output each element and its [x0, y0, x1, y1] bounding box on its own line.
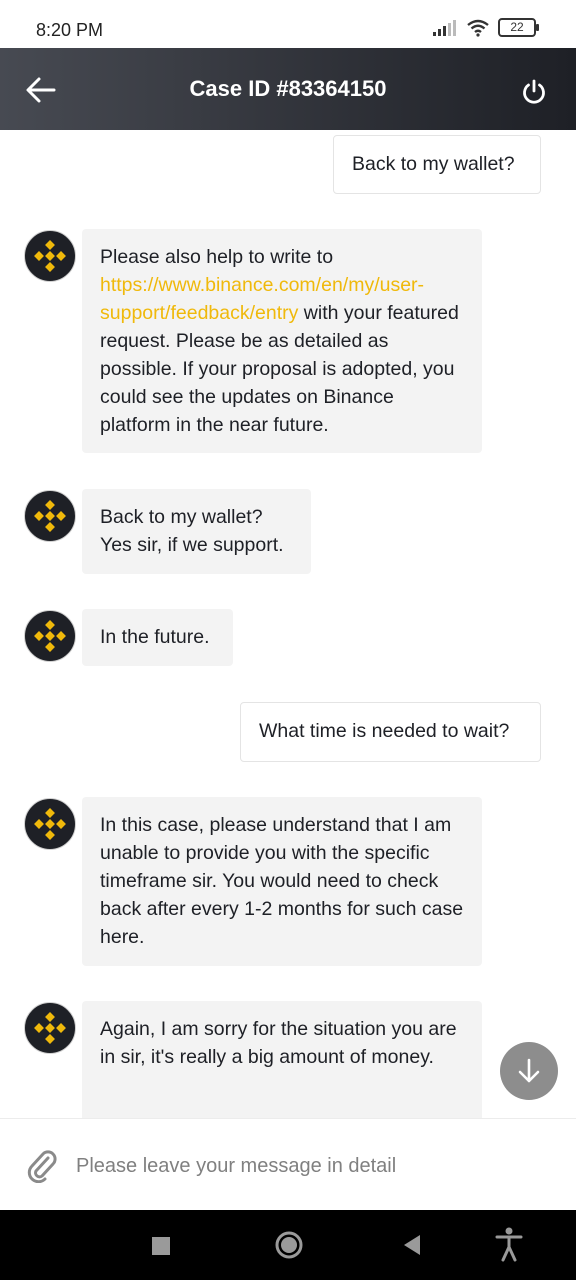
signal-icon — [433, 19, 456, 36]
battery-indicator: 22 — [498, 18, 539, 37]
message-text: In the future. — [100, 626, 210, 648]
agent-message: In the future. — [82, 609, 233, 666]
status-icons: 22 — [432, 18, 539, 37]
attach-button[interactable] — [26, 1149, 58, 1183]
chat-header: Case ID #83364150 — [0, 48, 576, 130]
message-text: Back to my wallet? — [352, 153, 515, 175]
binance-logo-icon — [34, 620, 66, 652]
message-composer — [0, 1118, 576, 1211]
agent-avatar — [24, 490, 76, 542]
arrow-down-icon — [518, 1058, 540, 1083]
home-button[interactable] — [274, 1230, 304, 1260]
agent-message: In this case, please understand that I a… — [82, 797, 482, 966]
binance-logo-icon — [34, 240, 66, 272]
binance-logo-icon — [34, 500, 66, 532]
power-button[interactable] — [520, 78, 548, 106]
status-time: 8:20 PM — [36, 20, 104, 40]
agent-avatar — [24, 610, 76, 662]
accessibility-icon[interactable] — [495, 1226, 523, 1262]
wifi-icon — [467, 19, 489, 37]
user-message: What time is needed to wait? — [240, 702, 541, 762]
agent-avatar — [24, 1002, 76, 1054]
agent-message: Please also help to write to https://www… — [82, 229, 482, 453]
message-text: Yes sir, if we support. — [100, 534, 284, 556]
user-message: Back to my wallet? — [333, 135, 541, 194]
status-bar: 8:20 PM 22 — [0, 0, 576, 48]
agent-message: Again, I am sorry for the situation you … — [82, 1001, 482, 1118]
agent-avatar — [24, 230, 76, 282]
chat-messages[interactable]: Back to my wallet? Please also help to w… — [0, 130, 576, 1118]
binance-logo-icon — [34, 1012, 66, 1044]
message-text: What time is needed to wait? — [259, 720, 510, 742]
binance-logo-icon — [34, 808, 66, 840]
message-text: Back to my wallet? — [100, 506, 263, 528]
recents-button[interactable] — [151, 1236, 171, 1256]
agent-message: Back to my wallet? Yes sir, if we suppor… — [82, 489, 311, 574]
message-text: Again, I am sorry for the situation you … — [100, 1018, 457, 1068]
back-nav-button[interactable] — [402, 1234, 422, 1256]
message-text: Please also help to write to — [100, 246, 334, 268]
agent-avatar — [24, 798, 76, 850]
system-nav-bar — [0, 1210, 576, 1280]
message-text: In this case, please understand that I a… — [100, 814, 464, 948]
message-input[interactable] — [76, 1149, 536, 1183]
page-title: Case ID #83364150 — [189, 76, 387, 101]
scroll-down-button[interactable] — [500, 1042, 558, 1100]
